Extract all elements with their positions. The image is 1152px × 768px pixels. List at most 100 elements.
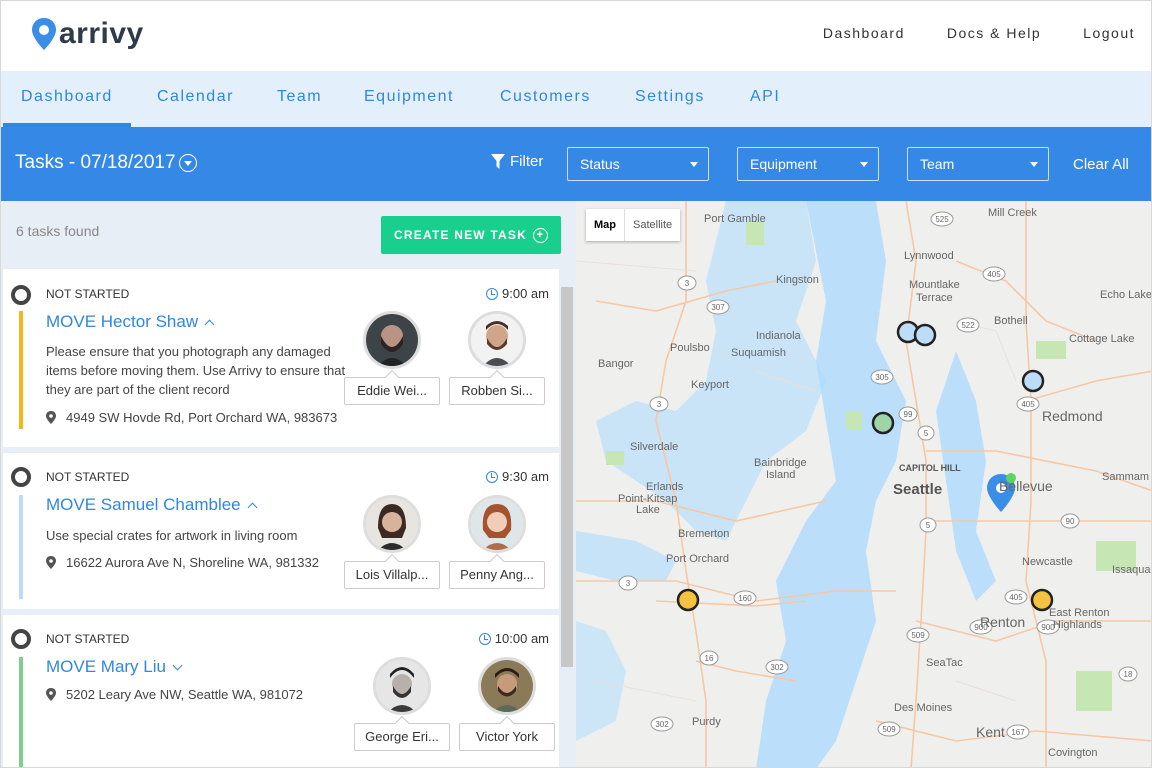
map-label: Kent xyxy=(976,724,1005,740)
filter-icon xyxy=(491,154,505,169)
task-description: Use special crates for artwork in living… xyxy=(46,528,298,543)
location-pin-icon xyxy=(32,18,56,50)
map-marker[interactable] xyxy=(913,323,937,347)
map-marker[interactable] xyxy=(1021,369,1045,393)
svg-text:302: 302 xyxy=(655,720,669,729)
svg-text:522: 522 xyxy=(961,321,975,330)
chevron-up-icon[interactable] xyxy=(247,502,258,512)
filter-button[interactable]: Filter xyxy=(491,153,543,170)
svg-text:5: 5 xyxy=(926,521,931,530)
tasks-date-title[interactable]: Tasks - 07/18/2017 xyxy=(15,152,197,174)
task-card[interactable]: NOT STARTED 9:00 am MOVE Hector Shaw Ple… xyxy=(3,269,559,447)
svg-text:5: 5 xyxy=(924,429,929,438)
task-status: NOT STARTED xyxy=(46,287,130,301)
assignee[interactable]: Robben Si... xyxy=(449,311,545,405)
nav-tab-settings[interactable]: Settings xyxy=(617,71,723,127)
equipment-select[interactable]: Equipment xyxy=(737,147,879,181)
map-marker[interactable] xyxy=(676,588,700,612)
assignee[interactable]: Penny Ang... xyxy=(449,495,545,589)
clock-icon xyxy=(486,287,499,300)
chevron-down-icon xyxy=(1030,162,1038,167)
top-link-dashboard[interactable]: Dashboard xyxy=(823,25,905,41)
map-label: Island xyxy=(766,469,796,481)
top-link-docs-help[interactable]: Docs & Help xyxy=(947,25,1041,41)
task-list-scrollbar[interactable] xyxy=(561,287,573,667)
svg-text:18: 18 xyxy=(1124,670,1133,679)
task-status: NOT STARTED xyxy=(46,470,130,484)
assignee-name: George Eri... xyxy=(354,723,450,751)
avatar xyxy=(373,657,431,715)
team-select[interactable]: Team xyxy=(907,147,1049,181)
clock-icon xyxy=(486,470,499,483)
chevron-down-icon xyxy=(860,162,868,167)
top-links: Dashboard Docs & Help Logout xyxy=(781,25,1135,41)
assignee-name: Penny Ang... xyxy=(449,561,545,589)
map-label: Suquamish xyxy=(731,347,787,359)
tasks-toolbar: Tasks - 07/18/2017 Filter Status Equipme… xyxy=(1,127,1151,201)
map-label: Lynnwood xyxy=(904,250,954,262)
svg-text:525: 525 xyxy=(935,215,949,224)
map-label: Port Orchard xyxy=(666,553,729,565)
date-dropdown-icon[interactable] xyxy=(178,154,197,172)
create-new-task-button[interactable]: CREATE NEW TASK + xyxy=(381,216,561,254)
assignee[interactable]: George Eri... xyxy=(354,657,450,751)
map-type-satellite[interactable]: Satellite xyxy=(624,209,680,241)
tasks-found-count: 6 tasks found xyxy=(16,223,100,239)
nav-tab-customers[interactable]: Customers xyxy=(482,71,609,127)
map-label: Poulsbo xyxy=(670,342,710,354)
map-label: SeaTac xyxy=(926,657,963,669)
equipment-select-value: Equipment xyxy=(750,156,817,172)
map-label: Bremerton xyxy=(678,528,730,540)
svg-text:3: 3 xyxy=(657,400,662,409)
task-time-text: 9:00 am xyxy=(502,286,549,301)
avatar xyxy=(468,311,526,369)
task-title-text: MOVE Mary Liu xyxy=(46,657,166,676)
map-view[interactable]: 3 307 3 305 99 5 522 405 405 525 5 90 40… xyxy=(576,201,1152,767)
status-select[interactable]: Status xyxy=(567,147,709,181)
map-label: Seattle xyxy=(893,481,943,498)
assignee[interactable]: Victor York xyxy=(459,657,555,751)
top-link-logout[interactable]: Logout xyxy=(1083,25,1135,41)
map-label: Echo Lake xyxy=(1100,289,1152,301)
svg-text:3: 3 xyxy=(685,279,690,288)
avatar xyxy=(363,311,421,369)
map-label: CAPITOL HILL xyxy=(899,463,961,473)
status-ring-icon xyxy=(11,467,31,487)
task-address-text: 16622 Aurora Ave N, Shoreline WA, 981332 xyxy=(66,555,319,570)
task-status: NOT STARTED xyxy=(46,632,130,646)
svg-text:167: 167 xyxy=(1011,728,1025,737)
svg-text:302: 302 xyxy=(770,663,784,672)
nav-tab-api[interactable]: API xyxy=(732,71,798,127)
nav-tab-dashboard[interactable]: Dashboard xyxy=(3,71,131,127)
task-title[interactable]: MOVE Mary Liu xyxy=(46,657,183,677)
task-title[interactable]: MOVE Samuel Chamblee xyxy=(46,495,258,515)
assignee[interactable]: Lois Villalp... xyxy=(344,495,440,589)
assignee-name: Lois Villalp... xyxy=(344,561,440,589)
map-label: Kingston xyxy=(776,274,819,286)
nav-tab-calendar[interactable]: Calendar xyxy=(139,71,252,127)
task-time: 9:00 am xyxy=(486,286,549,301)
assignee[interactable]: Eddie Wei... xyxy=(344,311,440,405)
map-label: Indianola xyxy=(756,330,801,342)
create-task-label: CREATE NEW TASK xyxy=(394,228,527,242)
clear-all-button[interactable]: Clear All xyxy=(1073,156,1129,173)
map-label: Sammam xyxy=(1102,471,1150,483)
nav-tab-equipment[interactable]: Equipment xyxy=(346,71,472,127)
avatar xyxy=(478,657,536,715)
svg-text:405: 405 xyxy=(987,270,1001,279)
chevron-up-icon[interactable] xyxy=(204,319,215,329)
map-marker[interactable] xyxy=(871,411,895,435)
arrivy-logo[interactable]: arrivy xyxy=(31,17,144,51)
map-label: Keyport xyxy=(691,379,729,391)
map-type-toggle: Map Satellite xyxy=(586,209,681,241)
avatar xyxy=(468,495,526,553)
chevron-down-icon[interactable] xyxy=(172,660,183,671)
nav-tab-team[interactable]: Team xyxy=(259,71,340,127)
task-card[interactable]: NOT STARTED 9:30 am MOVE Samuel Chamblee… xyxy=(3,453,559,609)
map-type-map[interactable]: Map xyxy=(586,209,624,241)
map-label: Mill Creek xyxy=(988,207,1037,219)
task-title[interactable]: MOVE Hector Shaw xyxy=(46,312,215,332)
app-window: arrivy Dashboard Docs & Help Logout Dash… xyxy=(0,0,1152,768)
task-card[interactable]: NOT STARTED 10:00 am MOVE Mary Liu 5202 … xyxy=(3,615,559,767)
map-label: Bangor xyxy=(598,358,634,370)
